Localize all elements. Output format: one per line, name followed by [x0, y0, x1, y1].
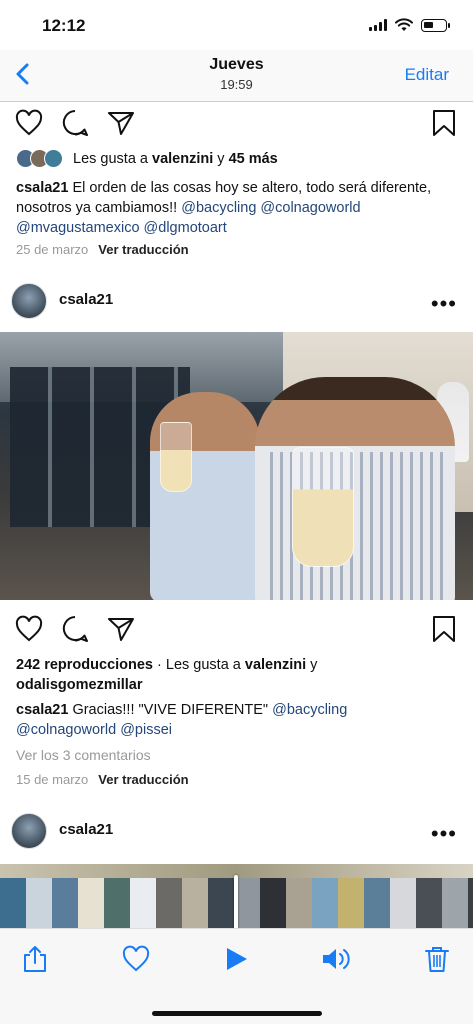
likes-prefix: Les gusta a	[73, 150, 152, 167]
heart-icon[interactable]	[14, 614, 44, 644]
bookmark-icon[interactable]	[429, 108, 459, 138]
edit-button[interactable]: Editar	[405, 65, 449, 85]
heart-icon[interactable]	[14, 108, 44, 138]
liker-avatars	[16, 149, 63, 168]
post2-likes: 242 reproducciones · Les gusta a valenzi…	[16, 655, 456, 695]
post2-caption: csala21 Gracias!!! "VIVE DIFERENTE" @bac…	[16, 700, 456, 740]
post1-actions	[0, 104, 473, 144]
translate-link[interactable]: Ver traducción	[98, 242, 188, 257]
caption-username[interactable]: csala21	[16, 180, 68, 196]
post1-likes: Les gusta a valenzini y 45 más	[16, 149, 278, 168]
post3-header: csala21 •••	[0, 807, 473, 857]
post-username[interactable]: csala21	[59, 291, 113, 308]
likes-and: y	[306, 657, 318, 673]
likes-more-link[interactable]: 45 más	[229, 151, 278, 167]
share-icon[interactable]	[20, 944, 50, 974]
mention-link[interactable]: @mvagustamexico	[16, 220, 140, 236]
post-date: 25 de marzo	[16, 242, 89, 257]
post2-actions	[0, 610, 473, 650]
view-comments-link[interactable]: Ver los 3 comentarios	[16, 747, 151, 763]
likes-and: y	[213, 150, 229, 167]
scrubber-frame	[78, 878, 104, 928]
mention-link[interactable]: @colnagoworld	[260, 200, 360, 216]
post2-photo[interactable]	[0, 332, 473, 600]
comment-icon[interactable]	[60, 108, 90, 138]
scrubber-frame	[338, 878, 364, 928]
mention-link[interactable]: @bacycling	[272, 702, 347, 718]
mention-link[interactable]: @pissei	[120, 722, 172, 738]
status-time: 12:12	[42, 16, 86, 35]
scrubber-frame	[156, 878, 182, 928]
status-icons	[369, 18, 450, 32]
photo-champagne-glass	[292, 447, 354, 567]
battery-icon	[421, 18, 450, 32]
scrubber-frame	[416, 878, 442, 928]
more-options-icon[interactable]: •••	[431, 291, 457, 317]
scrubber-frame	[312, 878, 338, 928]
nav-bar: Jueves 19:59 Editar	[0, 50, 473, 102]
more-options-icon[interactable]: •••	[431, 821, 457, 847]
avatar[interactable]	[11, 813, 47, 849]
scrubber-frame	[26, 878, 52, 928]
comment-icon[interactable]	[60, 614, 90, 644]
send-icon[interactable]	[106, 614, 136, 644]
avatar	[44, 149, 63, 168]
mention-link[interactable]: @colnagoworld	[16, 722, 116, 738]
scrubber-frame	[442, 878, 468, 928]
scrubber-frame	[0, 878, 26, 928]
likes-sep: · Les gusta a	[153, 657, 245, 673]
likes-user-link[interactable]: odalisgomezmillar	[16, 677, 143, 693]
scrubber-frame	[260, 878, 286, 928]
scrubber-frame	[104, 878, 130, 928]
scrubber-frame	[286, 878, 312, 928]
trash-icon[interactable]	[422, 944, 452, 974]
scrubber-playhead[interactable]	[234, 875, 238, 931]
likes-user-link[interactable]: valenzini	[152, 151, 213, 167]
mention-link[interactable]: @bacycling	[181, 200, 256, 216]
scrubber-frame	[208, 878, 234, 928]
likes-user-link[interactable]: valenzini	[245, 657, 306, 673]
nav-title: Jueves	[209, 56, 264, 73]
photo-champagne-glass	[160, 422, 192, 492]
nav-subtitle: 19:59	[220, 77, 253, 92]
favorite-icon[interactable]	[121, 944, 151, 974]
home-indicator[interactable]	[152, 1011, 322, 1016]
post1-meta: 25 de marzo Ver traducción	[16, 242, 189, 257]
wifi-icon	[395, 18, 413, 31]
bookmark-icon[interactable]	[429, 614, 459, 644]
scrubber-frame	[182, 878, 208, 928]
caption-text: Gracias!!! "VIVE DIFERENTE"	[68, 702, 273, 718]
views-count[interactable]: 242 reproducciones	[16, 657, 153, 673]
post2-header: csala21 •••	[0, 277, 473, 327]
scrubber-frame	[364, 878, 390, 928]
signal-icon	[369, 19, 387, 31]
video-frame-content: Les gusta a valenzini y 45 más csala21 E…	[0, 102, 473, 878]
scrubber-frame	[130, 878, 156, 928]
post-username[interactable]: csala21	[59, 821, 113, 838]
play-icon[interactable]	[221, 944, 251, 974]
status-bar: 12:12	[0, 0, 473, 50]
scrubber-frame	[52, 878, 78, 928]
translate-link[interactable]: Ver traducción	[98, 772, 188, 787]
post2-meta: 15 de marzo Ver traducción	[16, 772, 189, 787]
post1-caption: csala21 El orden de las cosas hoy se alt…	[16, 178, 456, 238]
volume-icon[interactable]	[320, 944, 350, 974]
caption-username[interactable]: csala21	[16, 702, 68, 718]
send-icon[interactable]	[106, 108, 136, 138]
scrubber-frame	[468, 878, 473, 928]
avatar[interactable]	[11, 283, 47, 319]
mention-link[interactable]: @dlgmotoart	[144, 220, 227, 236]
post-date: 15 de marzo	[16, 772, 89, 787]
scrubber-frame	[390, 878, 416, 928]
bottom-toolbar	[0, 928, 473, 1024]
